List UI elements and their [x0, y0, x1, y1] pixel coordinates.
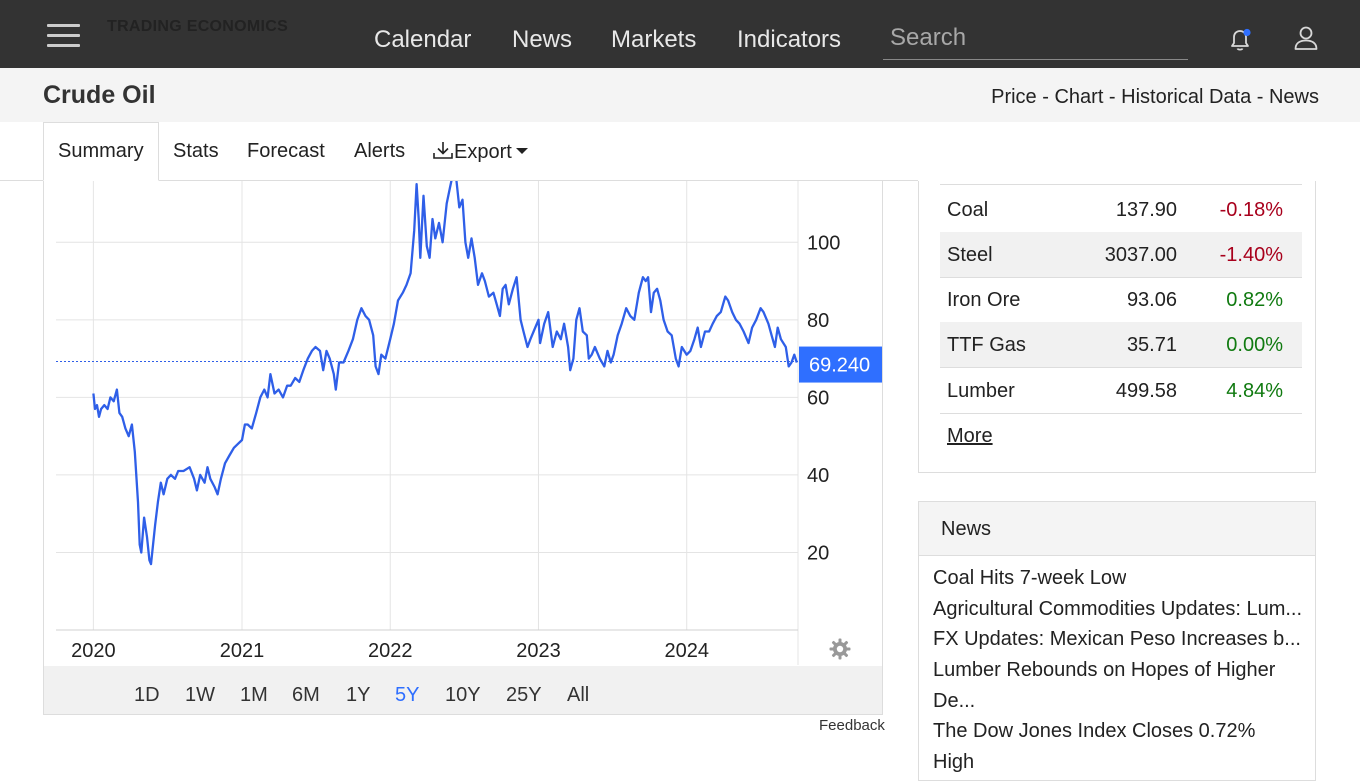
logo-line-1: TRADING: [107, 18, 182, 35]
commodity-price: 93.06: [1126, 289, 1177, 311]
nav-calendar[interactable]: Calendar: [374, 26, 471, 54]
last-price-marker: 69.240: [56, 346, 882, 383]
commodity-name[interactable]: Coal: [947, 199, 988, 222]
search-input[interactable]: [883, 22, 1187, 54]
breadcrumb-separator: -: [1251, 86, 1269, 108]
x-tick-label: 2023: [516, 640, 561, 662]
range-10y[interactable]: 10Y: [445, 684, 481, 707]
commodity-name[interactable]: TTF Gas: [947, 334, 1026, 357]
y-tick-label: 40: [807, 465, 829, 487]
x-tick-label: 2021: [220, 640, 265, 662]
commodity-change: 0.00%: [1226, 334, 1283, 356]
commodity-row-lumber[interactable]: Lumber 499.58 4.84%: [940, 368, 1302, 414]
chart-x-axis: 2020 2021 2022 2023 2024: [71, 640, 709, 662]
feedback-link[interactable]: Feedback: [819, 717, 885, 734]
breadcrumb: Price - Chart - Historical Data - News: [991, 86, 1319, 109]
tab-summary[interactable]: Summary: [58, 140, 144, 163]
gear-icon[interactable]: [828, 637, 852, 666]
breadcrumb-separator: -: [1103, 86, 1122, 108]
commodity-name[interactable]: Steel: [947, 244, 993, 267]
tab-forecast[interactable]: Forecast: [247, 140, 325, 163]
commodity-change: -0.18%: [1219, 199, 1283, 221]
range-5y[interactable]: 5Y: [395, 684, 419, 707]
range-all[interactable]: All: [567, 684, 589, 707]
commodity-price: 499.58: [1115, 380, 1177, 402]
hamburger-menu-icon[interactable]: [47, 24, 80, 48]
price-chart[interactable]: 2020 2021 2022 2023 2024 20 40 60 80 100 69.240: [43, 181, 883, 665]
breadcrumb-price[interactable]: Price: [991, 86, 1037, 108]
x-tick-label: 2022: [368, 640, 413, 662]
bell-icon[interactable]: [1226, 26, 1254, 59]
last-price-label: 69.240: [809, 355, 870, 377]
y-tick-label: 20: [807, 542, 829, 564]
more-commodities-link[interactable]: More: [947, 425, 993, 448]
download-icon: [433, 142, 453, 159]
chart-grid: [56, 181, 799, 665]
nav-indicators[interactable]: Indicators: [737, 26, 841, 54]
nav-markets[interactable]: Markets: [611, 26, 696, 54]
commodity-price: 3037.00: [1104, 244, 1177, 266]
breadcrumb-chart[interactable]: Chart: [1054, 86, 1103, 108]
page-title: Crude Oil: [43, 81, 156, 109]
range-1m[interactable]: 1M: [240, 684, 268, 707]
commodity-price: 137.90: [1115, 199, 1177, 221]
commodity-change: -1.40%: [1219, 244, 1283, 266]
commodity-row-steel[interactable]: Steel 3037.00 -1.40%: [940, 232, 1302, 278]
range-1d[interactable]: 1D: [134, 684, 160, 707]
commodity-row-ttf-gas[interactable]: TTF Gas 35.71 0.00%: [940, 322, 1302, 368]
range-1w[interactable]: 1W: [185, 684, 215, 707]
x-tick-label: 2024: [664, 640, 709, 662]
site-logo[interactable]: TRADING ECONOMICS: [107, 17, 288, 37]
search-box: [883, 22, 1188, 60]
nav-news[interactable]: News: [512, 26, 572, 54]
tab-export[interactable]: Export: [432, 140, 529, 164]
user-icon[interactable]: [1292, 24, 1320, 57]
breadcrumb-separator: -: [1036, 86, 1055, 108]
commodity-row-iron-ore[interactable]: Iron Ore 93.06 0.82%: [940, 277, 1302, 323]
y-tick-label: 60: [807, 387, 829, 409]
y-tick-label: 100: [807, 232, 840, 254]
news-item[interactable]: The Dow Jones Index Closes 0.72%: [933, 716, 1255, 747]
logo-line-2: ECONOMICS: [186, 18, 289, 35]
chart-y-axis: 20 40 60 80 100: [807, 232, 840, 564]
commodity-name[interactable]: Lumber: [947, 380, 1015, 403]
news-item[interactable]: Coal Hits 7-week Low: [933, 563, 1126, 594]
y-tick-label: 80: [807, 310, 829, 332]
commodity-name[interactable]: Iron Ore: [947, 289, 1020, 312]
news-item[interactable]: De...: [933, 686, 975, 717]
news-item[interactable]: High: [933, 747, 974, 778]
news-item[interactable]: FX Updates: Mexican Peso Increases b...: [933, 624, 1301, 655]
breadcrumb-news[interactable]: News: [1269, 86, 1319, 108]
price-line: [92, 181, 798, 566]
tab-stats[interactable]: Stats: [173, 140, 219, 163]
commodity-change: 0.82%: [1226, 289, 1283, 311]
commodity-change: 4.84%: [1226, 380, 1283, 402]
news-title: News: [941, 518, 992, 540]
x-tick-label: 2020: [71, 640, 116, 662]
caret-down-icon: [515, 148, 528, 154]
tab-alerts[interactable]: Alerts: [354, 140, 405, 163]
commodity-price: 35.71: [1126, 334, 1177, 356]
range-25y[interactable]: 25Y: [506, 684, 542, 707]
commodity-row-coal[interactable]: Coal 137.90 -0.18%: [940, 187, 1302, 233]
export-label: Export: [454, 141, 512, 163]
range-6m[interactable]: 6M: [292, 684, 320, 707]
news-item[interactable]: Agricultural Commodities Updates: Lum...: [933, 594, 1302, 625]
commodities-divider: [940, 184, 1302, 185]
range-1y[interactable]: 1Y: [346, 684, 370, 707]
news-item[interactable]: Lumber Rebounds on Hopes of Higher: [933, 655, 1275, 686]
breadcrumb-historical-data[interactable]: Historical Data: [1121, 86, 1251, 108]
